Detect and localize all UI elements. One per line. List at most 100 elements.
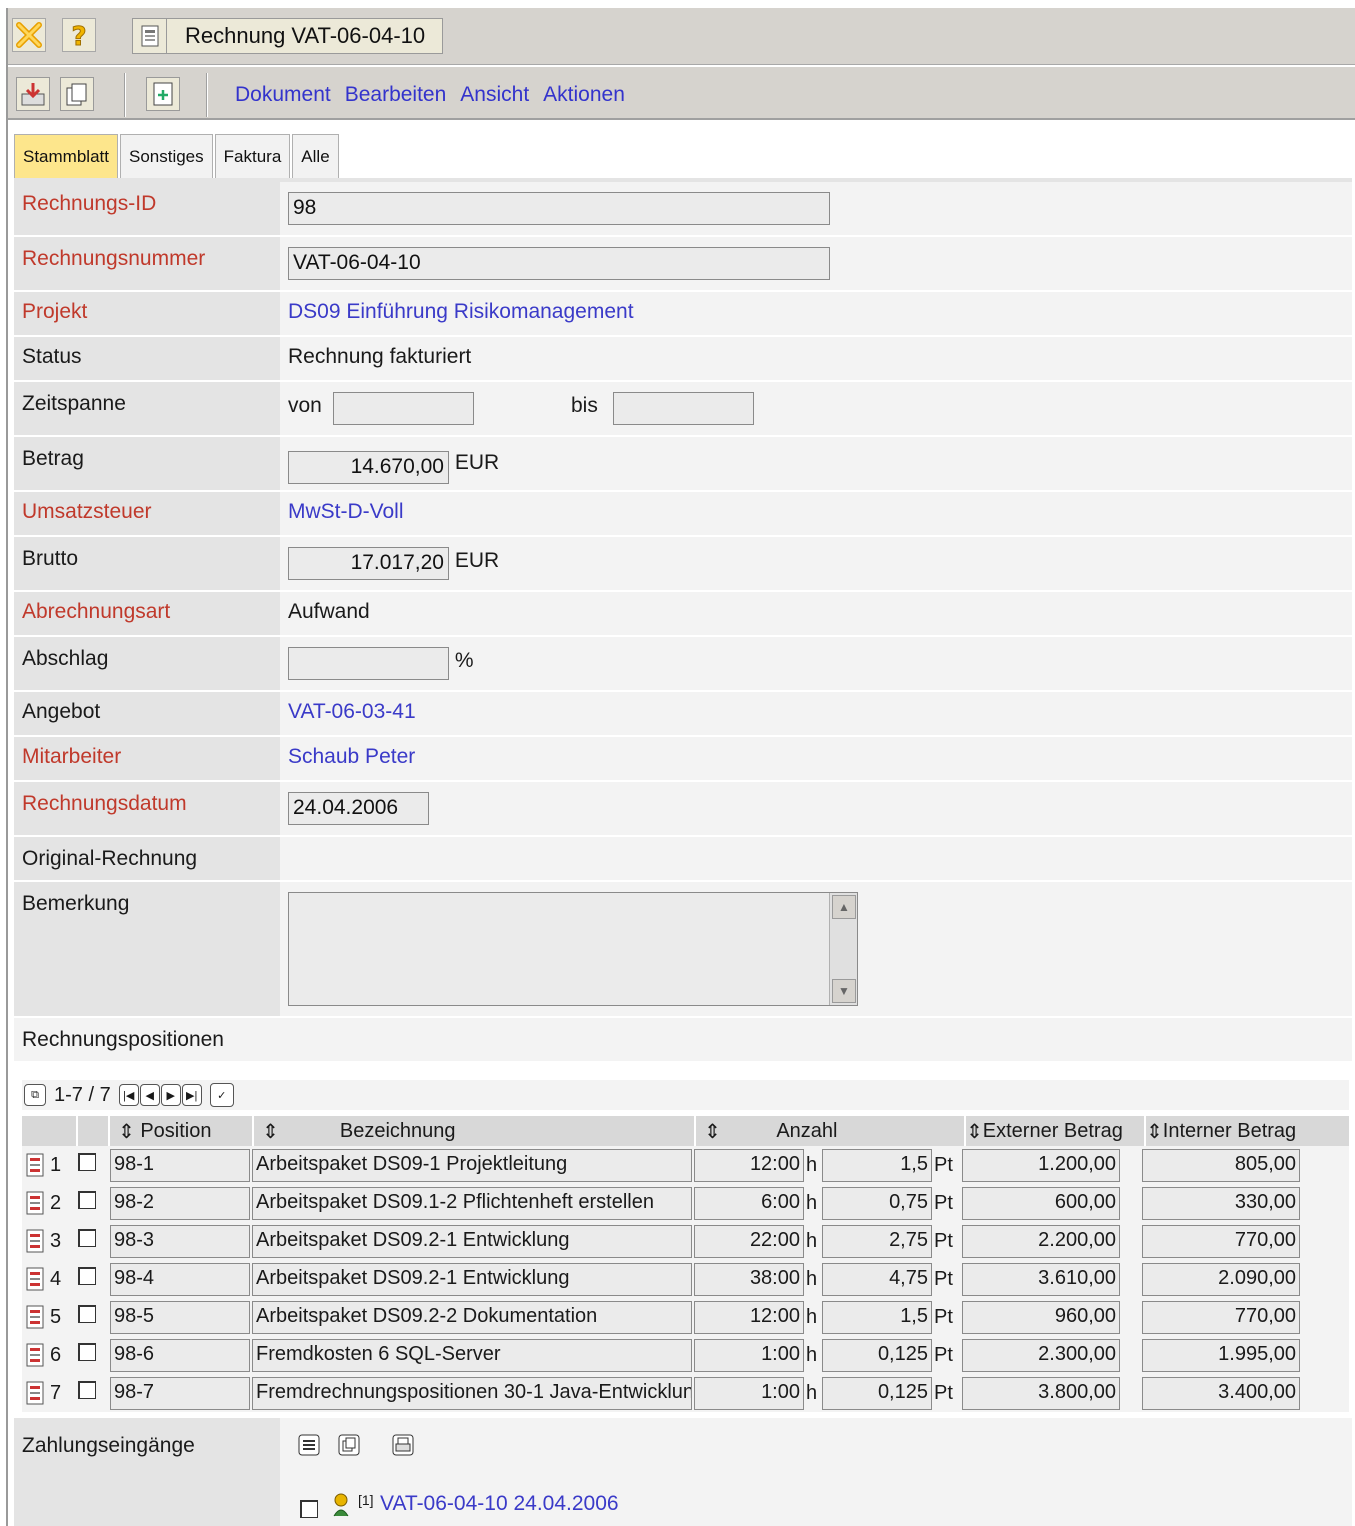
externer-betrag-field[interactable]: 2.200,00 bbox=[962, 1224, 1120, 1258]
externer-betrag-field[interactable]: 960,00 bbox=[962, 1300, 1120, 1334]
stunden-field[interactable]: 22:00 bbox=[694, 1224, 804, 1258]
interner-betrag-field[interactable]: 3.400,00 bbox=[1142, 1376, 1300, 1410]
bezeichnung-field[interactable]: Arbeitspaket DS09.1-2 Pflichtenheft erst… bbox=[252, 1186, 692, 1220]
payment-link[interactable]: VAT-06-04-10 24.04.2006 bbox=[380, 1492, 619, 1516]
header-externer-betrag[interactable]: ⇕ Externer Betrag bbox=[966, 1116, 1146, 1146]
last-page-icon[interactable]: ▶| bbox=[181, 1084, 202, 1106]
payment-checkbox[interactable] bbox=[300, 1500, 318, 1518]
personentage-field[interactable]: 4,75 bbox=[822, 1262, 932, 1296]
prev-page-icon[interactable]: ◀ bbox=[139, 1084, 160, 1106]
stunden-field[interactable]: 6:00 bbox=[694, 1186, 804, 1220]
interner-betrag-field[interactable]: 1.995,00 bbox=[1142, 1338, 1300, 1372]
save-button[interactable] bbox=[16, 77, 50, 111]
projekt-link[interactable]: DS09 Einführung Risikomanagement bbox=[288, 300, 634, 323]
copy-button[interactable] bbox=[60, 77, 94, 111]
tab-faktura[interactable]: Faktura bbox=[214, 134, 291, 178]
position-detail-icon[interactable] bbox=[26, 1191, 44, 1215]
scroll-down-icon[interactable]: ▼ bbox=[832, 979, 856, 1003]
position-field[interactable]: 98-6 bbox=[110, 1338, 250, 1372]
angebot-link[interactable]: VAT-06-03-41 bbox=[288, 700, 416, 723]
list-view-icon[interactable] bbox=[296, 1432, 322, 1463]
bezeichnung-field[interactable]: Arbeitspaket DS09-1 Projektleitung bbox=[252, 1148, 692, 1182]
position-detail-icon[interactable] bbox=[26, 1343, 44, 1367]
row-checkbox[interactable] bbox=[78, 1153, 96, 1171]
stunden-field[interactable]: 38:00 bbox=[694, 1262, 804, 1296]
scroll-up-icon[interactable]: ▲ bbox=[832, 895, 856, 919]
header-position[interactable]: ⇕ Position bbox=[110, 1116, 254, 1146]
position-field[interactable]: 98-2 bbox=[110, 1186, 250, 1220]
von-date-field[interactable] bbox=[333, 392, 474, 425]
position-field[interactable]: 98-4 bbox=[110, 1262, 250, 1296]
new-document-button[interactable] bbox=[146, 77, 180, 111]
brutto-field[interactable]: 17.017,20 bbox=[288, 547, 449, 580]
interner-betrag-field[interactable]: 770,00 bbox=[1142, 1224, 1300, 1258]
first-page-icon[interactable]: |◀ bbox=[118, 1084, 139, 1106]
bis-date-field[interactable] bbox=[613, 392, 754, 425]
header-anzahl[interactable]: ⇕ Anzahl bbox=[696, 1116, 966, 1146]
header-bezeichnung[interactable]: ⇕ Bezeichnung bbox=[254, 1116, 696, 1146]
interner-betrag-field[interactable]: 2.090,00 bbox=[1142, 1262, 1300, 1296]
abschlag-field[interactable] bbox=[288, 647, 449, 680]
externer-betrag-field[interactable]: 600,00 bbox=[962, 1186, 1120, 1220]
externer-betrag-field[interactable]: 3.800,00 bbox=[962, 1376, 1120, 1410]
close-button[interactable] bbox=[12, 18, 46, 52]
externer-betrag-field[interactable]: 2.300,00 bbox=[962, 1338, 1120, 1372]
personentage-field[interactable]: 0,125 bbox=[822, 1376, 932, 1410]
stunden-field[interactable]: 12:00 bbox=[694, 1300, 804, 1334]
row-checkbox[interactable] bbox=[78, 1343, 96, 1361]
position-detail-icon[interactable] bbox=[26, 1153, 44, 1177]
bezeichnung-field[interactable]: Fremdrechnungspositionen 30-1 Java-Entwi… bbox=[252, 1376, 692, 1410]
position-detail-icon[interactable] bbox=[26, 1267, 44, 1291]
position-field[interactable]: 98-5 bbox=[110, 1300, 250, 1334]
menu-aktionen[interactable]: Aktionen bbox=[543, 83, 625, 107]
checkmark-icon[interactable]: ✓ bbox=[209, 1083, 234, 1107]
tab-stammblatt[interactable]: Stammblatt bbox=[14, 134, 118, 178]
stunden-field[interactable]: 1:00 bbox=[694, 1376, 804, 1410]
row-checkbox[interactable] bbox=[78, 1305, 96, 1323]
personentage-field[interactable]: 2,75 bbox=[822, 1224, 932, 1258]
personentage-field[interactable]: 1,5 bbox=[822, 1148, 932, 1182]
mitarbeiter-link[interactable]: Schaub Peter bbox=[288, 745, 415, 768]
personentage-field[interactable]: 0,125 bbox=[822, 1338, 932, 1372]
bezeichnung-field[interactable]: Arbeitspaket DS09.2-1 Entwicklung bbox=[252, 1224, 692, 1258]
position-detail-icon[interactable] bbox=[26, 1229, 44, 1253]
menu-dokument[interactable]: Dokument bbox=[235, 83, 331, 107]
position-detail-icon[interactable] bbox=[26, 1381, 44, 1405]
menu-ansicht[interactable]: Ansicht bbox=[460, 83, 529, 107]
bezeichnung-field[interactable]: Fremdkosten 6 SQL-Server bbox=[252, 1338, 692, 1372]
stunden-field[interactable]: 12:00 bbox=[694, 1148, 804, 1182]
position-field[interactable]: 98-1 bbox=[110, 1148, 250, 1182]
row-checkbox[interactable] bbox=[78, 1191, 96, 1209]
copy-rows-icon[interactable]: ⧉ bbox=[24, 1084, 46, 1106]
row-checkbox[interactable] bbox=[78, 1381, 96, 1399]
copy-payments-icon[interactable] bbox=[336, 1432, 362, 1463]
textarea-scrollbar[interactable]: ▲ ▼ bbox=[829, 893, 857, 1005]
row-checkbox[interactable] bbox=[78, 1229, 96, 1247]
bezeichnung-field[interactable]: Arbeitspaket DS09.2-2 Dokumentation bbox=[252, 1300, 692, 1334]
print-icon[interactable] bbox=[390, 1432, 416, 1463]
umsatzsteuer-link[interactable]: MwSt-D-Voll bbox=[288, 500, 404, 523]
rechnungs-id-field[interactable]: 98 bbox=[288, 192, 830, 225]
personentage-field[interactable]: 1,5 bbox=[822, 1300, 932, 1334]
position-field[interactable]: 98-3 bbox=[110, 1224, 250, 1258]
bemerkung-textarea[interactable]: ▲ ▼ bbox=[288, 892, 858, 1006]
tab-sonstiges[interactable]: Sonstiges bbox=[119, 134, 213, 178]
betrag-field[interactable]: 14.670,00 bbox=[288, 451, 449, 484]
interner-betrag-field[interactable]: 805,00 bbox=[1142, 1148, 1300, 1182]
rechnungsdatum-field[interactable]: 24.04.2006 bbox=[288, 792, 429, 825]
externer-betrag-field[interactable]: 1.200,00 bbox=[962, 1148, 1120, 1182]
stunden-field[interactable]: 1:00 bbox=[694, 1338, 804, 1372]
position-detail-icon[interactable] bbox=[26, 1305, 44, 1329]
rechnungsnummer-field[interactable]: VAT-06-04-10 bbox=[288, 247, 830, 280]
bezeichnung-field[interactable]: Arbeitspaket DS09.2-1 Entwicklung bbox=[252, 1262, 692, 1296]
interner-betrag-field[interactable]: 770,00 bbox=[1142, 1300, 1300, 1334]
interner-betrag-field[interactable]: 330,00 bbox=[1142, 1186, 1300, 1220]
header-interner-betrag[interactable]: ⇕ Interner Betrag bbox=[1146, 1116, 1318, 1146]
menu-bearbeiten[interactable]: Bearbeiten bbox=[345, 83, 447, 107]
externer-betrag-field[interactable]: 3.610,00 bbox=[962, 1262, 1120, 1296]
position-field[interactable]: 98-7 bbox=[110, 1376, 250, 1410]
personentage-field[interactable]: 0,75 bbox=[822, 1186, 932, 1220]
help-button[interactable]: ? bbox=[62, 18, 96, 52]
tab-alle[interactable]: Alle bbox=[292, 134, 339, 178]
row-checkbox[interactable] bbox=[78, 1267, 96, 1285]
